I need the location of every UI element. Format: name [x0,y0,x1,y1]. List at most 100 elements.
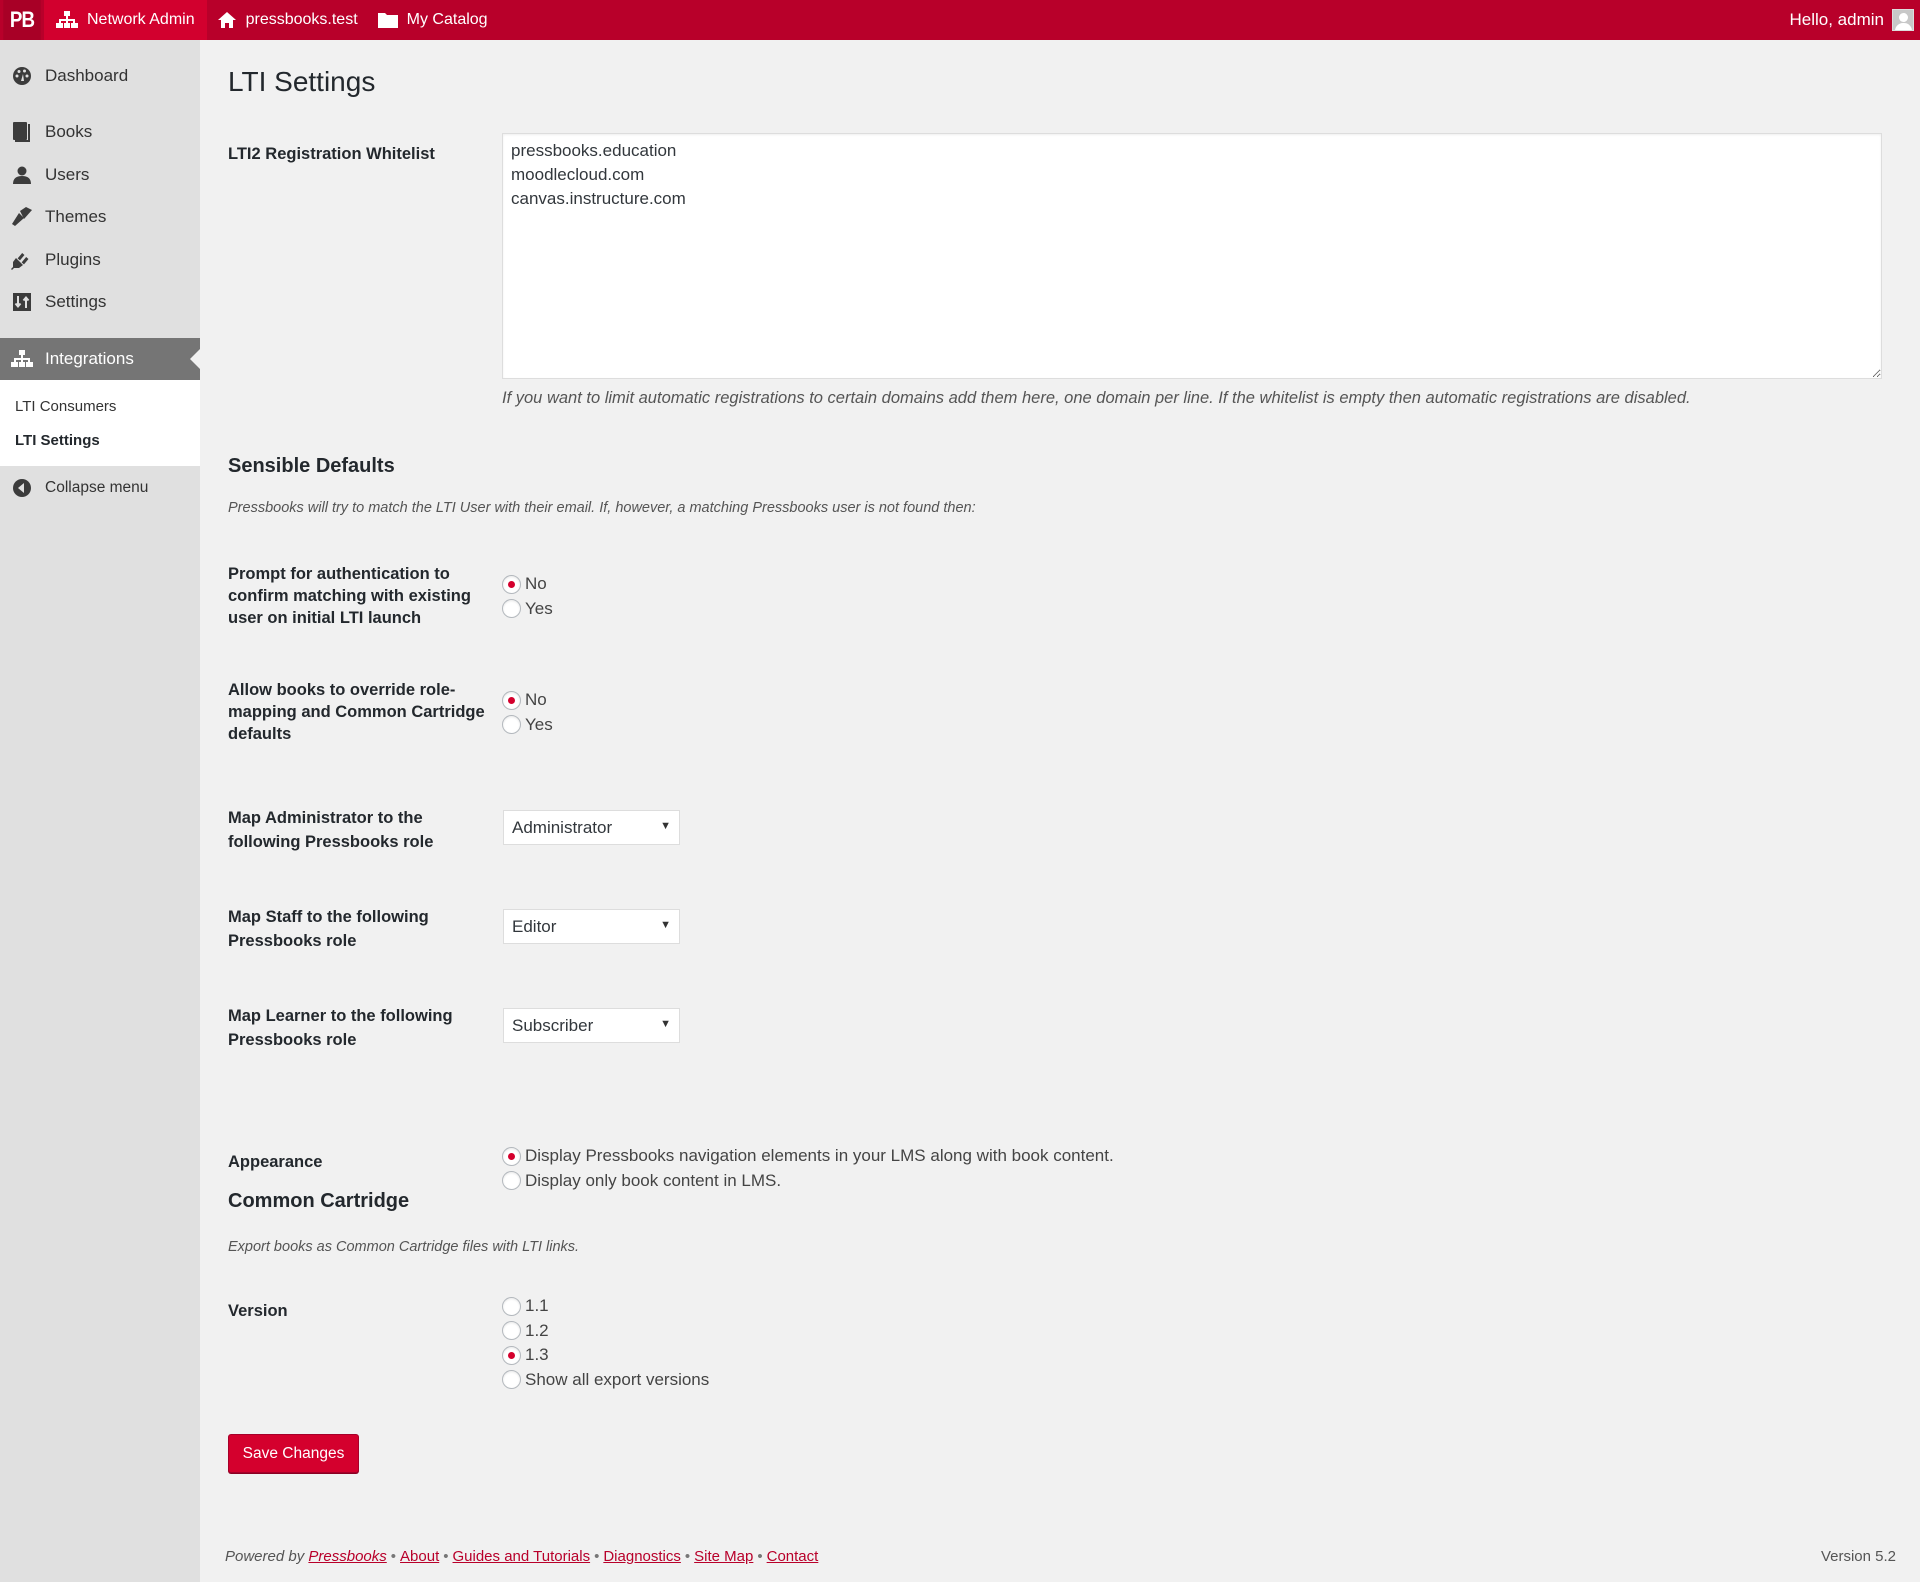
radio-button[interactable] [502,1321,521,1341]
sidebar-label: Themes [45,207,107,226]
footer-link-contact[interactable]: Contact [767,1548,819,1565]
appearance-label: Appearance [228,1153,323,1171]
collapse-arrow-icon [11,478,33,498]
footer-separator: • [390,1548,397,1565]
map-admin-select[interactable]: Administrator ▼ [503,810,680,845]
radio-label: Show all export versions [525,1369,710,1389]
radio-label: No [525,690,547,710]
page-title: LTI Settings [228,66,376,97]
footer-link-about[interactable]: About [400,1548,439,1565]
sensible-defaults-description: Pressbooks will try to match the LTI Use… [228,500,976,516]
radio-label: 1.2 [525,1320,549,1340]
home-icon [217,11,237,29]
sidebar-item-dashboard[interactable]: Dashboard [0,56,200,96]
sidebar-label: Books [45,122,93,141]
sidebar-item-plugins[interactable]: Plugins [0,240,200,280]
map-staff-label: Map Staff to the following Pressbooks ro… [228,908,429,950]
sitemap-icon [11,350,33,368]
radio-button[interactable] [502,574,521,594]
select-value: Administrator [512,817,613,837]
allow-override-yes[interactable]: Yes [502,713,553,738]
dropdown-arrow-icon: ▼ [660,820,671,832]
footer-separator: • [757,1548,763,1565]
footer-link-diagnostics[interactable]: Diagnostics [603,1548,681,1565]
version-text: Version 5.2 [1820,1548,1896,1565]
footer-separator: • [443,1548,449,1565]
map-admin-label: Map Administrator to the following Press… [228,809,434,851]
allow-override-no[interactable]: No [502,688,553,713]
version-1-3[interactable]: 1.3 [502,1343,709,1368]
select-value: Subscriber [512,1015,594,1035]
prompt-auth-label: Prompt for authentication to confirm mat… [228,565,471,627]
allow-override-radio-group: No Yes [502,688,553,737]
network-admin-label: Network Admin [87,11,195,28]
sidebar-item-users[interactable]: Users [0,155,200,195]
version-1-2[interactable]: 1.2 [502,1319,709,1344]
appearance-content-only[interactable]: Display only book content in LMS. [502,1169,1114,1194]
sidebar-item-books[interactable]: Books [0,112,200,152]
version-1-1[interactable]: 1.1 [502,1294,709,1319]
radio-label: Yes [525,598,553,618]
sidebar-label: Integrations [45,349,134,368]
integrations-submenu: LTI Consumers LTI Settings [0,380,200,466]
whitelist-description: If you want to limit automatic registrat… [502,389,1691,407]
radio-button[interactable] [502,715,521,735]
my-catalog-label: My Catalog [406,11,488,28]
footer-separator: • [594,1548,600,1565]
map-learner-label: Map Learner to the following Pressbooks … [228,1007,453,1049]
user-icon [11,165,33,185]
map-learner-select[interactable]: Subscriber ▼ [503,1008,680,1043]
radio-button[interactable] [502,1296,521,1316]
radio-button[interactable] [502,599,521,619]
sidebar-label: Dashboard [45,66,129,85]
radio-label: Display only book content in LMS. [525,1170,782,1190]
submenu-lti-consumers[interactable]: LTI Consumers [15,398,116,415]
version-label: Version [228,1302,288,1320]
pressbooks-logo[interactable]: PB [3,0,41,40]
account-menu[interactable]: Hello, admin [1790,9,1920,31]
submenu-lti-settings[interactable]: LTI Settings [15,432,100,449]
radio-button[interactable] [502,1171,521,1191]
radio-button[interactable] [502,1345,521,1365]
sensible-defaults-heading: Sensible Defaults [228,455,395,477]
version-show-all[interactable]: Show all export versions [502,1368,709,1393]
select-value: Editor [512,916,557,936]
radio-label: Yes [525,714,553,734]
radio-label: Display Pressbooks navigation elements i… [525,1146,1114,1166]
sidebar-item-integrations[interactable]: Integrations [0,338,200,380]
appearance-radio-group: Display Pressbooks navigation elements i… [502,1144,1114,1193]
admin-bar: PB Network Admin pressbooks.test My Cata… [0,0,1920,40]
dropdown-arrow-icon: ▼ [660,919,671,931]
appearance-display-navigation[interactable]: Display Pressbooks navigation elements i… [502,1144,1114,1169]
footer-link-pressbooks[interactable]: Pressbooks [308,1548,386,1565]
footer: Powered by Pressbooks • About • Guides and T… [225,1548,818,1565]
site-link[interactable]: pressbooks.test [207,0,368,40]
radio-button[interactable] [502,1146,521,1166]
footer-link-site-map[interactable]: Site Map [694,1548,753,1565]
radio-button[interactable] [502,1370,521,1390]
whitelist-textarea[interactable] [502,133,1882,379]
footer-link-guides[interactable]: Guides and Tutorials [453,1548,591,1565]
map-staff-select[interactable]: Editor ▼ [503,909,680,944]
admin-sidebar: Dashboard Books Users Themes Plugins Set… [0,40,200,1582]
radio-label: 1.1 [525,1296,549,1316]
sitemap-icon [56,11,78,29]
brush-icon [11,207,33,227]
sidebar-item-themes[interactable]: Themes [0,197,200,237]
prompt-auth-yes[interactable]: Yes [502,597,553,622]
dashboard-icon [11,66,33,86]
save-changes-button[interactable]: Save Changes [228,1434,359,1473]
common-cartridge-description: Export books as Common Cartridge files w… [228,1239,580,1255]
prompt-auth-radio-group: No Yes [502,572,553,621]
my-catalog-link[interactable]: My Catalog [368,0,498,40]
sidebar-label: Plugins [45,250,101,269]
collapse-menu-button[interactable]: Collapse menu [0,468,200,508]
sidebar-label: Settings [45,292,107,311]
prompt-auth-no[interactable]: No [502,572,553,597]
radio-button[interactable] [502,690,521,710]
whitelist-label: LTI2 Registration Whitelist [228,145,435,163]
settings-icon [11,292,33,312]
sidebar-item-settings[interactable]: Settings [0,282,200,322]
network-admin-link[interactable]: Network Admin [44,0,207,40]
avatar-icon [1892,9,1914,31]
